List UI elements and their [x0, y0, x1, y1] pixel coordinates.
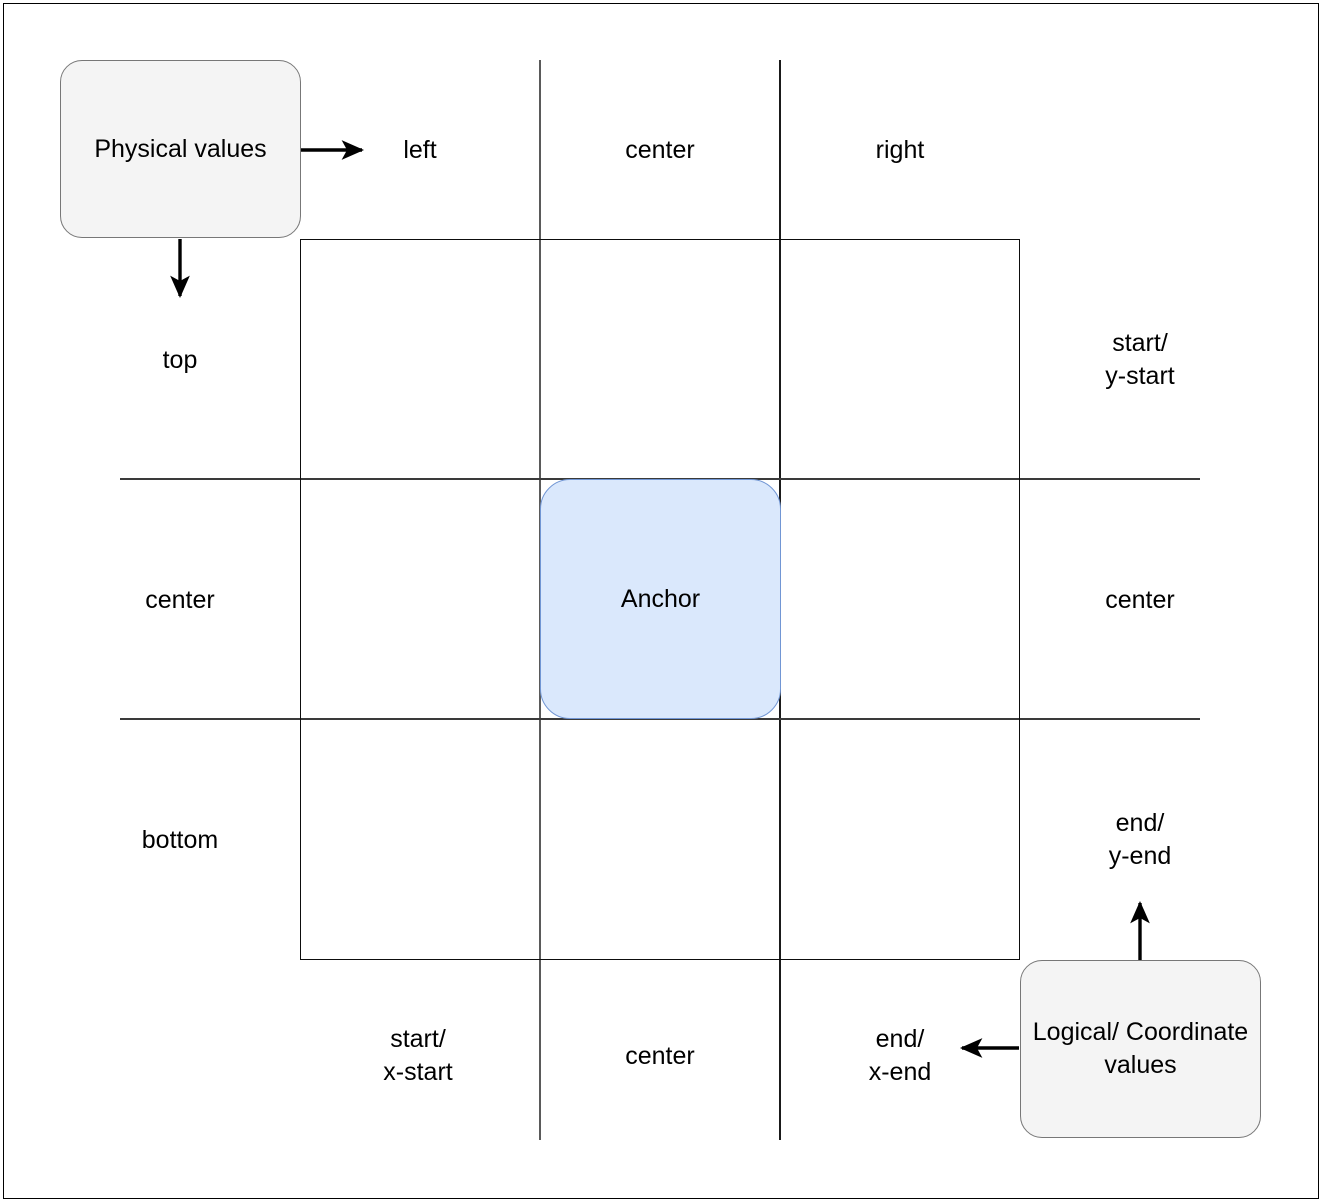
- label-physical-top: top: [162, 345, 198, 374]
- label-logical-center-vertical: center: [1105, 585, 1175, 614]
- label-physical-center-vertical: center: [145, 585, 215, 614]
- label-logical-center-horizontal: center: [625, 1041, 695, 1070]
- physical-values-label: Physical values: [94, 134, 267, 163]
- label-physical-right: right: [875, 135, 925, 164]
- label-physical-left: left: [403, 135, 437, 164]
- logical-values-box[interactable]: Logical/ Coordinate values: [1020, 960, 1261, 1138]
- label-physical-center-horizontal: center: [625, 135, 695, 164]
- diagram-canvas: Anchor Physical values Logical/ Coordina…: [0, 0, 1322, 1202]
- anchor-label: Anchor: [620, 584, 701, 613]
- logical-values-label: Logical/ Coordinate values: [1032, 1018, 1249, 1079]
- label-physical-bottom: bottom: [141, 825, 219, 854]
- label-logical-y-start: start/ y-start: [1105, 329, 1175, 390]
- label-logical-x-end: end/ x-end: [868, 1025, 932, 1086]
- label-logical-x-start: start/ x-start: [383, 1025, 453, 1086]
- label-logical-y-end: end/ y-end: [1108, 809, 1172, 870]
- anchor-box[interactable]: Anchor: [540, 479, 781, 719]
- physical-values-box[interactable]: Physical values: [60, 60, 301, 238]
